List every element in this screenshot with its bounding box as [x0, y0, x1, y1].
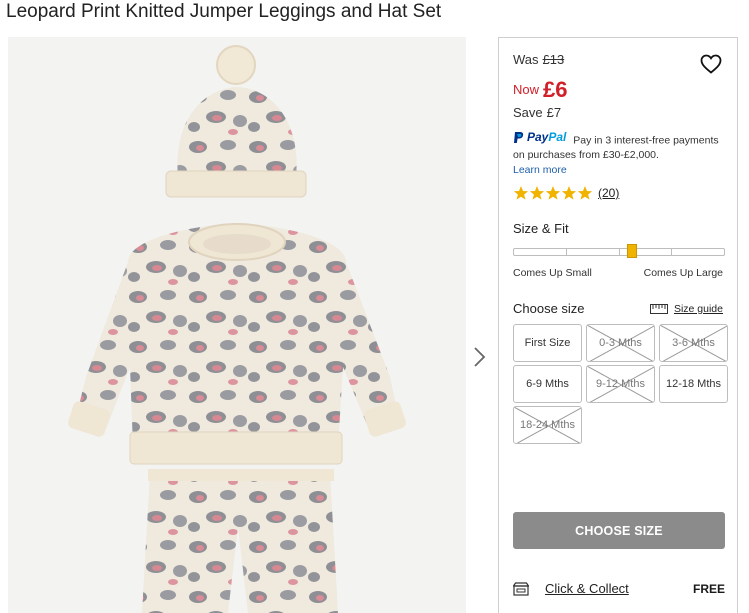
size-option[interactable]: 18-24 Mths [513, 406, 582, 444]
size-option[interactable]: 12-18 Mths [659, 365, 728, 403]
fit-small-label: Comes Up Small [513, 267, 592, 279]
fit-scale-segment [567, 249, 620, 255]
was-price: Was £13 [513, 52, 564, 67]
now-label: Now [513, 82, 540, 97]
chevron-right-icon[interactable] [470, 345, 490, 369]
size-guide-link[interactable]: Size guide [649, 303, 723, 315]
heart-icon[interactable] [699, 52, 723, 76]
size-option[interactable]: 3-6 Mths [659, 324, 728, 362]
learn-more-link[interactable]: Learn more [513, 163, 731, 177]
size-option-label: 3-6 Mths [672, 337, 715, 349]
ruler-icon [649, 304, 668, 314]
size-option-label: 18-24 Mths [519, 419, 576, 431]
fit-scale-segment [514, 249, 567, 255]
choose-size-button[interactable]: CHOOSE SIZE [513, 512, 725, 549]
paypal-logo-pal: Pal [548, 130, 567, 144]
star-rating[interactable]: (20) [513, 185, 619, 201]
star-icon [513, 186, 529, 200]
size-option-label: First Size [524, 337, 571, 349]
delivery-price: FREE [692, 581, 725, 596]
choose-size-label: Choose size [513, 301, 585, 316]
delivery-option-click-collect: Click & Collect FREE [513, 581, 725, 596]
star-icon [577, 186, 593, 200]
was-label: Was [513, 52, 539, 67]
star-icon [529, 186, 545, 200]
size-option-label: 0-3 Mths [599, 337, 642, 349]
size-option[interactable]: 6-9 Mths [513, 365, 582, 403]
size-option[interactable]: 0-3 Mths [586, 324, 655, 362]
save-amount: Save £7 [513, 105, 561, 120]
size-option-label: 9-12 Mths [596, 378, 645, 390]
star-icon [545, 186, 561, 200]
paypal-pay-in-3: Pay Pal Pay in 3 interest-free payments o… [513, 130, 731, 177]
product-purchase-panel: Was £13 Now £6 Save £7 Pay Pal Pay in 3 inte… [498, 37, 738, 613]
size-option-label: 6-9 Mths [526, 378, 569, 390]
fit-large-label: Comes Up Large [643, 267, 723, 279]
size-guide-label: Size guide [673, 303, 723, 315]
save-value: £7 [546, 105, 562, 120]
now-value: £6 [543, 77, 568, 102]
paypal-logo-pay: Pay [527, 130, 549, 144]
save-label: Save [513, 105, 543, 120]
size-fit-scale [513, 248, 725, 256]
paypal-logo: Pay Pal [513, 130, 566, 144]
star-icon [561, 186, 577, 200]
store-icon [513, 581, 529, 596]
fit-scale-segment [672, 249, 724, 255]
knitwear-set-illustration [68, 45, 406, 613]
was-value: £13 [542, 52, 565, 67]
product-image[interactable] [8, 37, 466, 613]
paypal-icon [514, 131, 524, 143]
review-count[interactable]: (20) [598, 186, 619, 200]
now-price: Now £6 [513, 74, 568, 102]
size-fit-indicator [627, 244, 637, 258]
size-fit-label: Size & Fit [513, 221, 569, 236]
size-option-label: 12-18 Mths [665, 378, 722, 390]
product-title: Leopard Print Knitted Jumper Leggings an… [6, 1, 442, 22]
size-option[interactable]: First Size [513, 324, 582, 362]
click-collect-link[interactable]: Click & Collect [545, 581, 629, 596]
size-option[interactable]: 9-12 Mths [586, 365, 655, 403]
